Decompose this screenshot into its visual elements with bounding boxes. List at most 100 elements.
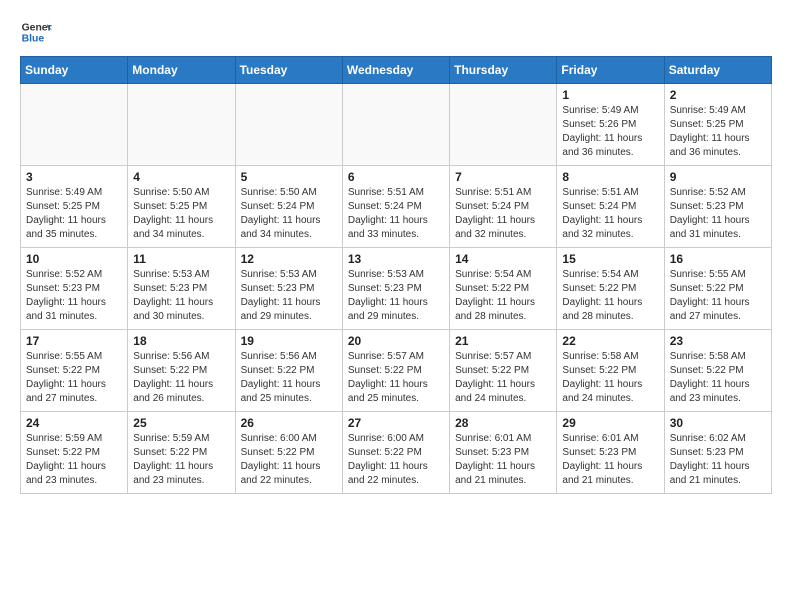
week-row-5: 24Sunrise: 5:59 AM Sunset: 5:22 PM Dayli… bbox=[21, 412, 772, 494]
calendar-cell: 27Sunrise: 6:00 AM Sunset: 5:22 PM Dayli… bbox=[342, 412, 449, 494]
day-number: 4 bbox=[133, 170, 229, 184]
calendar-cell bbox=[450, 84, 557, 166]
day-number: 1 bbox=[562, 88, 658, 102]
day-number: 15 bbox=[562, 252, 658, 266]
calendar-cell: 17 Sunrise: 5:55 AM Sunset: 5:22 PM Dayli… bbox=[21, 330, 128, 412]
day-number: 5 bbox=[241, 170, 337, 184]
day-info: Sunrise: 5:51 AM Sunset: 5:24 PM Dayligh… bbox=[455, 186, 551, 242]
calendar-cell bbox=[21, 84, 128, 166]
day-number: 6 bbox=[348, 170, 444, 184]
day-number: 9 bbox=[670, 170, 766, 184]
calendar-cell: 12 Sunrise: 5:53 AM Sunset: 5:23 PM Dayli… bbox=[235, 248, 342, 330]
day-number: 17 bbox=[26, 334, 122, 348]
day-info: Sunrise: 5:52 AM Sunset: 5:23 PM Dayligh… bbox=[26, 268, 122, 324]
day-number: 14 bbox=[455, 252, 551, 266]
day-info: Sunrise: 5:57 AM Sunset: 5:22 PM Dayligh… bbox=[455, 350, 551, 406]
logo: General Blue bbox=[20, 16, 56, 48]
calendar-cell: 25Sunrise: 5:59 AM Sunset: 5:22 PM Dayli… bbox=[128, 412, 235, 494]
calendar-cell: 10 Sunrise: 5:52 AM Sunset: 5:23 PM Dayli… bbox=[21, 248, 128, 330]
day-info: Sunrise: 5:49 AM Sunset: 5:25 PM Dayligh… bbox=[26, 186, 122, 242]
calendar-cell: 8 Sunrise: 5:51 AM Sunset: 5:24 PM Daylig… bbox=[557, 166, 664, 248]
day-number: 16 bbox=[670, 252, 766, 266]
calendar-cell: 16Sunrise: 5:55 AM Sunset: 5:22 PM Dayli… bbox=[664, 248, 771, 330]
day-info: Sunrise: 6:02 AM Sunset: 5:23 PM Dayligh… bbox=[670, 432, 766, 488]
weekday-header-row: SundayMondayTuesdayWednesdayThursdayFrid… bbox=[21, 57, 772, 84]
calendar-cell bbox=[235, 84, 342, 166]
day-number: 11 bbox=[133, 252, 229, 266]
calendar-cell: 2Sunrise: 5:49 AM Sunset: 5:25 PM Daylig… bbox=[664, 84, 771, 166]
svg-text:General: General bbox=[22, 22, 52, 33]
calendar-cell: 30Sunrise: 6:02 AM Sunset: 5:23 PM Dayli… bbox=[664, 412, 771, 494]
day-number: 18 bbox=[133, 334, 229, 348]
day-info: Sunrise: 5:50 AM Sunset: 5:25 PM Dayligh… bbox=[133, 186, 229, 242]
logo-icon: General Blue bbox=[20, 16, 52, 48]
calendar-cell: 3 Sunrise: 5:49 AM Sunset: 5:25 PM Daylig… bbox=[21, 166, 128, 248]
day-info: Sunrise: 5:54 AM Sunset: 5:22 PM Dayligh… bbox=[455, 268, 551, 324]
day-number: 3 bbox=[26, 170, 122, 184]
day-number: 8 bbox=[562, 170, 658, 184]
day-info: Sunrise: 5:53 AM Sunset: 5:23 PM Dayligh… bbox=[133, 268, 229, 324]
calendar-cell: 26 Sunrise: 6:00 AM Sunset: 5:22 PM Dayli… bbox=[235, 412, 342, 494]
week-row-4: 17 Sunrise: 5:55 AM Sunset: 5:22 PM Dayli… bbox=[21, 330, 772, 412]
day-info: Sunrise: 5:56 AM Sunset: 5:22 PM Dayligh… bbox=[241, 350, 337, 406]
day-number: 26 bbox=[241, 416, 337, 430]
calendar-cell: 9Sunrise: 5:52 AM Sunset: 5:23 PM Daylig… bbox=[664, 166, 771, 248]
week-row-1: 1 Sunrise: 5:49 AM Sunset: 5:26 PM Daylig… bbox=[21, 84, 772, 166]
day-number: 27 bbox=[348, 416, 444, 430]
day-number: 7 bbox=[455, 170, 551, 184]
day-number: 10 bbox=[26, 252, 122, 266]
calendar-cell bbox=[342, 84, 449, 166]
calendar-cell: 24Sunrise: 5:59 AM Sunset: 5:22 PM Dayli… bbox=[21, 412, 128, 494]
header: General Blue bbox=[20, 16, 772, 48]
svg-text:Blue: Blue bbox=[22, 34, 45, 45]
day-info: Sunrise: 5:53 AM Sunset: 5:23 PM Dayligh… bbox=[348, 268, 444, 324]
calendar-cell: 1 Sunrise: 5:49 AM Sunset: 5:26 PM Daylig… bbox=[557, 84, 664, 166]
day-number: 13 bbox=[348, 252, 444, 266]
day-info: Sunrise: 5:59 AM Sunset: 5:22 PM Dayligh… bbox=[133, 432, 229, 488]
calendar-cell bbox=[128, 84, 235, 166]
day-info: Sunrise: 6:01 AM Sunset: 5:23 PM Dayligh… bbox=[562, 432, 658, 488]
calendar-cell: 21Sunrise: 5:57 AM Sunset: 5:22 PM Dayli… bbox=[450, 330, 557, 412]
day-info: Sunrise: 5:58 AM Sunset: 5:22 PM Dayligh… bbox=[670, 350, 766, 406]
weekday-header-monday: Monday bbox=[128, 57, 235, 84]
day-number: 19 bbox=[241, 334, 337, 348]
calendar-table: SundayMondayTuesdayWednesdayThursdayFrid… bbox=[20, 56, 772, 494]
weekday-header-thursday: Thursday bbox=[450, 57, 557, 84]
calendar-cell: 6 Sunrise: 5:51 AM Sunset: 5:24 PM Daylig… bbox=[342, 166, 449, 248]
day-number: 22 bbox=[562, 334, 658, 348]
weekday-header-tuesday: Tuesday bbox=[235, 57, 342, 84]
calendar-cell: 14 Sunrise: 5:54 AM Sunset: 5:22 PM Dayli… bbox=[450, 248, 557, 330]
calendar-cell: 18Sunrise: 5:56 AM Sunset: 5:22 PM Dayli… bbox=[128, 330, 235, 412]
calendar-cell: 13 Sunrise: 5:53 AM Sunset: 5:23 PM Dayli… bbox=[342, 248, 449, 330]
day-number: 12 bbox=[241, 252, 337, 266]
calendar-cell: 20 Sunrise: 5:57 AM Sunset: 5:22 PM Dayli… bbox=[342, 330, 449, 412]
day-info: Sunrise: 6:01 AM Sunset: 5:23 PM Dayligh… bbox=[455, 432, 551, 488]
calendar-cell: 22 Sunrise: 5:58 AM Sunset: 5:22 PM Dayli… bbox=[557, 330, 664, 412]
calendar-cell: 15 Sunrise: 5:54 AM Sunset: 5:22 PM Dayli… bbox=[557, 248, 664, 330]
calendar-cell: 29 Sunrise: 6:01 AM Sunset: 5:23 PM Dayli… bbox=[557, 412, 664, 494]
day-info: Sunrise: 5:53 AM Sunset: 5:23 PM Dayligh… bbox=[241, 268, 337, 324]
calendar-cell: 28 Sunrise: 6:01 AM Sunset: 5:23 PM Dayli… bbox=[450, 412, 557, 494]
calendar-cell: 19 Sunrise: 5:56 AM Sunset: 5:22 PM Dayli… bbox=[235, 330, 342, 412]
day-info: Sunrise: 5:51 AM Sunset: 5:24 PM Dayligh… bbox=[348, 186, 444, 242]
day-info: Sunrise: 6:00 AM Sunset: 5:22 PM Dayligh… bbox=[241, 432, 337, 488]
day-info: Sunrise: 5:58 AM Sunset: 5:22 PM Dayligh… bbox=[562, 350, 658, 406]
day-number: 20 bbox=[348, 334, 444, 348]
weekday-header-friday: Friday bbox=[557, 57, 664, 84]
day-number: 2 bbox=[670, 88, 766, 102]
day-info: Sunrise: 5:55 AM Sunset: 5:22 PM Dayligh… bbox=[26, 350, 122, 406]
week-row-3: 10 Sunrise: 5:52 AM Sunset: 5:23 PM Dayli… bbox=[21, 248, 772, 330]
calendar-cell: 23 Sunrise: 5:58 AM Sunset: 5:22 PM Dayli… bbox=[664, 330, 771, 412]
day-info: Sunrise: 5:57 AM Sunset: 5:22 PM Dayligh… bbox=[348, 350, 444, 406]
day-info: Sunrise: 5:49 AM Sunset: 5:26 PM Dayligh… bbox=[562, 104, 658, 160]
calendar-cell: 5 Sunrise: 5:50 AM Sunset: 5:24 PM Daylig… bbox=[235, 166, 342, 248]
day-info: Sunrise: 5:50 AM Sunset: 5:24 PM Dayligh… bbox=[241, 186, 337, 242]
day-number: 23 bbox=[670, 334, 766, 348]
day-number: 29 bbox=[562, 416, 658, 430]
day-info: Sunrise: 5:51 AM Sunset: 5:24 PM Dayligh… bbox=[562, 186, 658, 242]
weekday-header-sunday: Sunday bbox=[21, 57, 128, 84]
calendar-cell: 4 Sunrise: 5:50 AM Sunset: 5:25 PM Daylig… bbox=[128, 166, 235, 248]
day-info: Sunrise: 5:54 AM Sunset: 5:22 PM Dayligh… bbox=[562, 268, 658, 324]
page: General Blue SundayMondayTuesdayWednesda… bbox=[0, 0, 792, 514]
day-number: 28 bbox=[455, 416, 551, 430]
